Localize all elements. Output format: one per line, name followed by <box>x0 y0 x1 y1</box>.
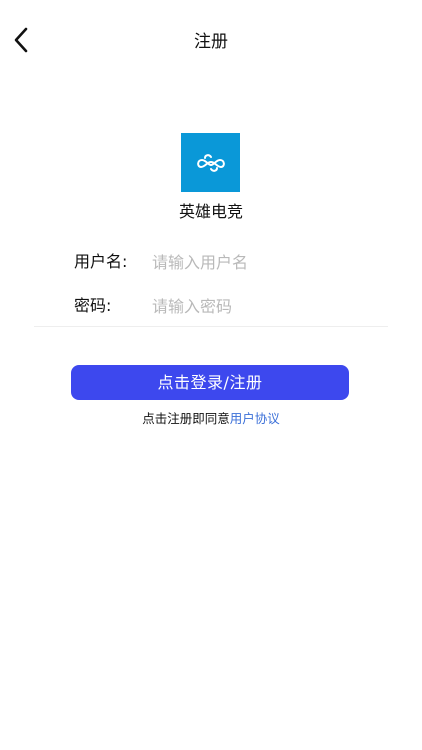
nav-bar: 注册 <box>0 0 422 84</box>
link-infinity-icon <box>196 153 225 172</box>
page-title: 注册 <box>194 32 228 52</box>
agreement-text: 点击注册即同意用户协议 <box>0 410 422 428</box>
password-input[interactable] <box>150 291 390 321</box>
password-row: 密码: <box>0 291 422 321</box>
username-label: 用户名: <box>74 252 128 271</box>
app-name: 英雄电竞 <box>178 202 243 221</box>
user-agreement-link[interactable]: 用户协议 <box>230 411 280 426</box>
password-label: 密码: <box>74 296 112 315</box>
form-divider <box>34 326 388 327</box>
username-input[interactable] <box>150 247 390 277</box>
agreement-prefix: 点击注册即同意 <box>142 411 230 426</box>
username-row: 用户名: <box>0 247 422 277</box>
app-logo <box>181 133 240 192</box>
login-register-button[interactable]: 点击登录/注册 <box>71 365 349 400</box>
